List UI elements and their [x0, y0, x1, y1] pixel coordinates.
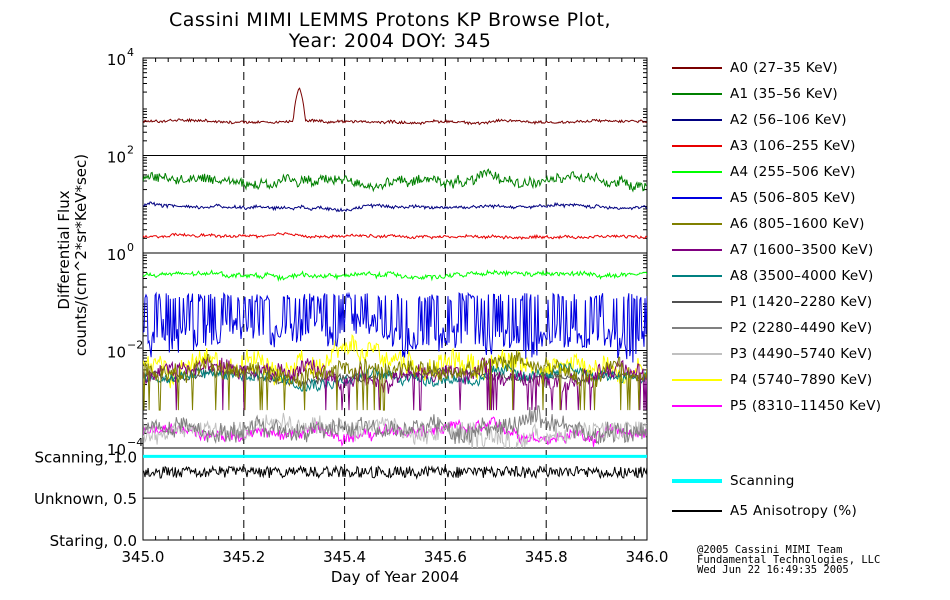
legend-item: A4 (255–506 KeV): [672, 161, 856, 183]
series-line-10: [143, 405, 647, 445]
anisotropy-line: [142, 464, 648, 480]
y-tick-label: 10: [107, 344, 126, 362]
legend-swatch: [672, 479, 722, 483]
legend-item: A5 Anisotropy (%): [672, 500, 857, 522]
legend-item: A6 (805–1600 KeV): [672, 213, 865, 235]
legend-label: A6 (805–1600 KeV): [730, 216, 865, 232]
legend-label: A0 (27–35 KeV): [730, 60, 838, 76]
x-tick-label: 345.2: [222, 548, 265, 566]
legend-swatch: [672, 197, 722, 199]
legend-swatch: [672, 145, 722, 147]
legend-swatch: [672, 510, 722, 512]
series-line-4: [143, 269, 647, 282]
legend-label: P4 (5740–7890 KeV): [730, 372, 873, 388]
y-tick-label: 10: [107, 51, 126, 69]
credits: @2005 Cassini MIMI Team Fundamental Tech…: [697, 545, 880, 576]
legend-item: P4 (5740–7890 KeV): [672, 369, 872, 391]
lower-panel-label: Unknown, 0.5: [34, 490, 137, 508]
series-line-0: [143, 87, 647, 126]
lower-plot-frame: [142, 447, 648, 541]
legend-item: A3 (106–255 KeV): [672, 135, 856, 157]
x-tick-label: 345.4: [323, 548, 366, 566]
legend-item: A1 (35–56 KeV): [672, 83, 838, 105]
y-tick-exponent: 4: [127, 46, 134, 59]
lower-panel-label: Scanning, 1.0: [34, 448, 137, 466]
credit-line-3: Wed Jun 22 16:49:35 2005: [697, 564, 849, 576]
x-tick-label: 346.0: [626, 548, 669, 566]
legend-item: Scanning: [672, 470, 795, 492]
series-line-2: [143, 201, 647, 213]
legend-swatch: [672, 301, 722, 303]
legend-label: A3 (106–255 KeV): [730, 138, 856, 154]
legend-swatch: [672, 93, 722, 95]
legend-label: P1 (1420–2280 KeV): [730, 294, 873, 310]
legend-item: A2 (56–106 KeV): [672, 109, 847, 131]
legend-item: P5 (8310–11450 KeV): [672, 395, 881, 417]
legend-item: P2 (2280–4490 KeV): [672, 317, 872, 339]
y-tick-exponent: −2: [127, 339, 143, 352]
legend-label: P2 (2280–4490 KeV): [730, 320, 873, 336]
x-axis-label: Day of Year 2004: [331, 568, 459, 586]
legend-label: A5 (506–805 KeV): [730, 190, 856, 206]
legend-swatch: [672, 405, 722, 407]
legend-swatch: [672, 353, 722, 355]
legend-label: P3 (4490–5740 KeV): [730, 346, 873, 362]
legend-swatch: [672, 67, 722, 69]
y-axis-label-units: counts/(cm^2*sr*KeV*sec): [72, 154, 90, 356]
lower-panel-label: Staring, 0.0: [50, 532, 137, 550]
legend-swatch: [672, 379, 722, 381]
legend-item: A5 (506–805 KeV): [672, 187, 856, 209]
legend-swatch: [672, 249, 722, 251]
legend-label: P5 (8310–11450 KeV): [730, 398, 882, 414]
legend-item: P1 (1420–2280 KeV): [672, 291, 872, 313]
legend-label: A7 (1600–3500 KeV): [730, 242, 874, 258]
legend-swatch: [672, 223, 722, 225]
y-tick-label: 10: [107, 149, 126, 167]
y-axis-label: Differential Flux: [55, 190, 73, 309]
y-tick-exponent: −4: [127, 436, 143, 449]
legend-label: Scanning: [730, 473, 795, 489]
y-tick-exponent: 0: [127, 241, 134, 254]
x-tick-label: 345.8: [525, 548, 568, 566]
legend-item: A8 (3500–4000 KeV): [672, 265, 874, 287]
legend-label: A8 (3500–4000 KeV): [730, 268, 874, 284]
legend-label: A4 (255–506 KeV): [730, 164, 856, 180]
series-line-1: [143, 168, 647, 193]
legend-swatch: [672, 275, 722, 277]
x-tick-label: 345.0: [122, 548, 165, 566]
legend-label: A1 (35–56 KeV): [730, 86, 838, 102]
legend-swatch: [672, 171, 722, 173]
legend-swatch: [672, 119, 722, 121]
legend-item: A0 (27–35 KeV): [672, 57, 838, 79]
series-line-3: [143, 232, 647, 240]
legend-swatch: [672, 327, 722, 329]
legend-label: A5 Anisotropy (%): [730, 503, 858, 519]
legend-item: P3 (4490–5740 KeV): [672, 343, 872, 365]
y-tick-exponent: 2: [127, 144, 134, 157]
legend-item: A7 (1600–3500 KeV): [672, 239, 874, 261]
y-tick-label: 10: [107, 246, 126, 264]
legend-label: A2 (56–106 KeV): [730, 112, 847, 128]
series-line-5: [143, 291, 647, 363]
x-tick-label: 345.6: [424, 548, 467, 566]
